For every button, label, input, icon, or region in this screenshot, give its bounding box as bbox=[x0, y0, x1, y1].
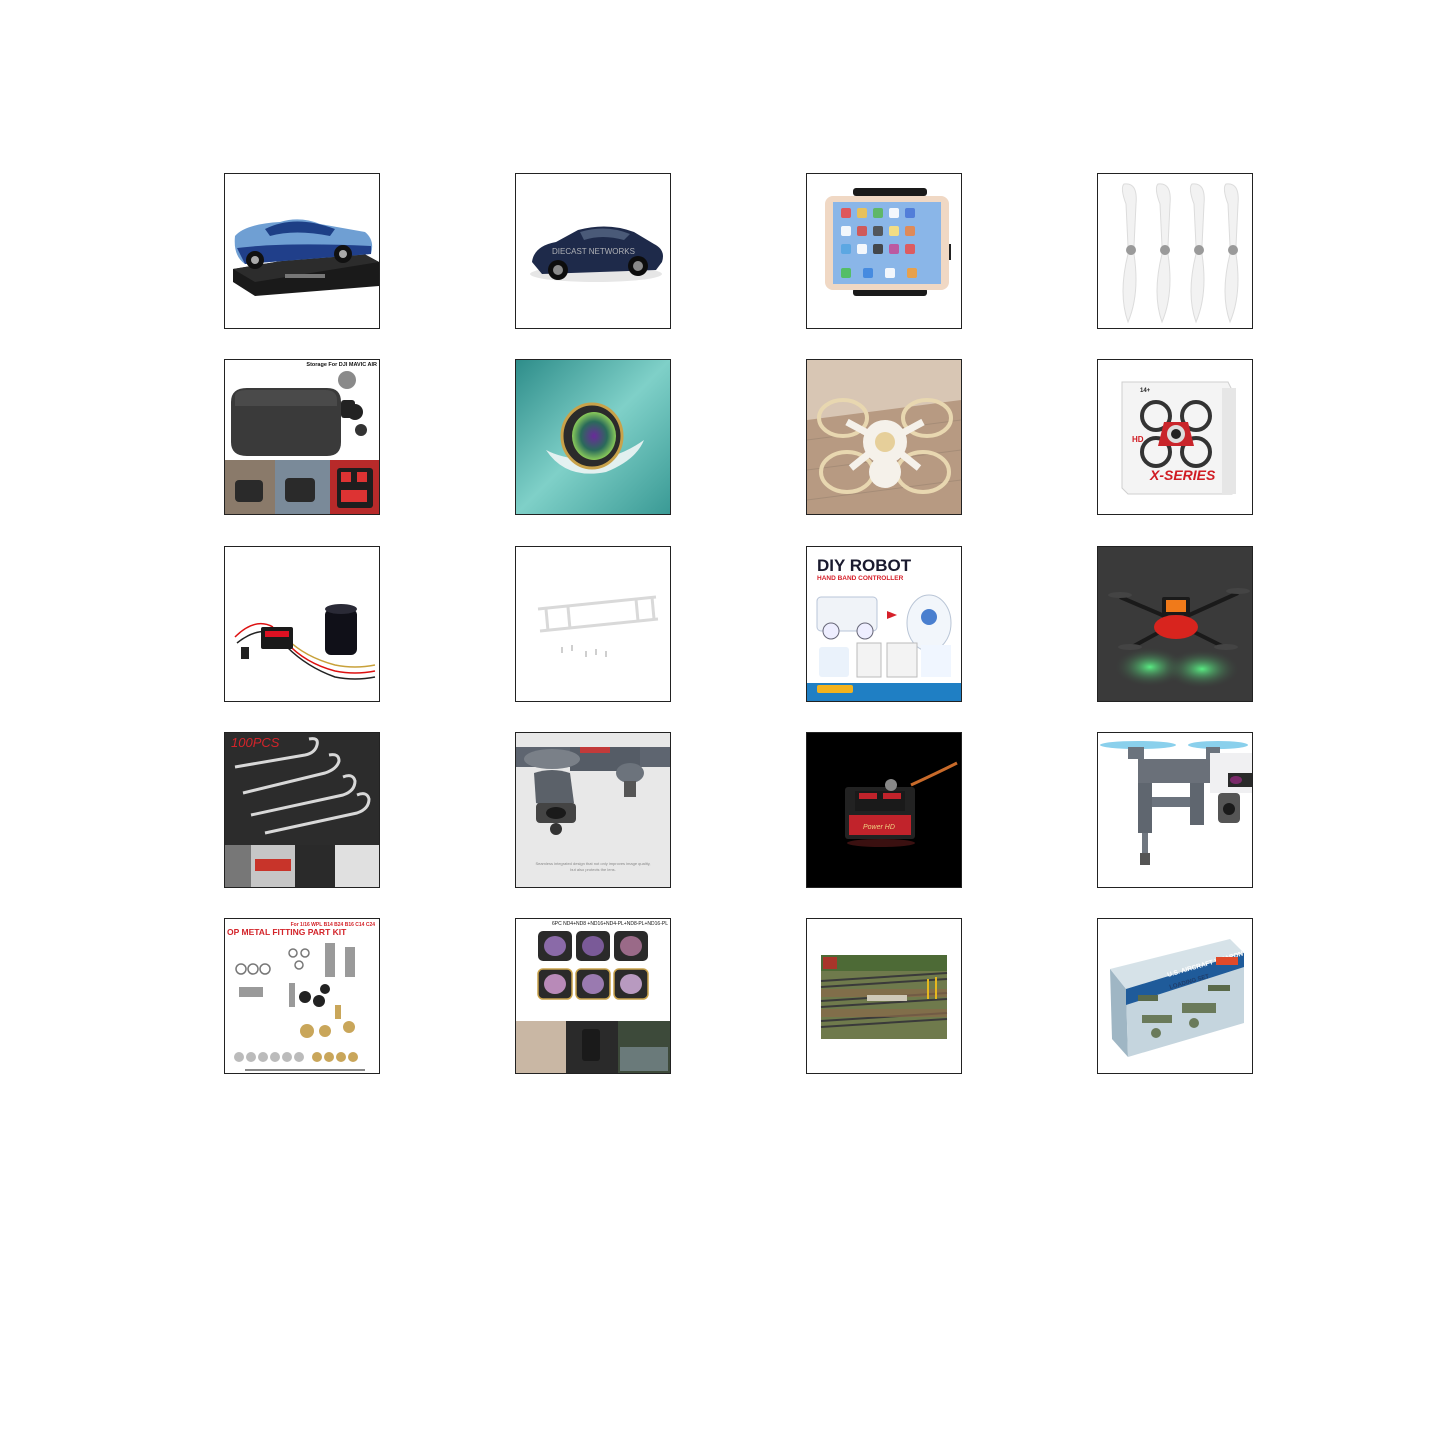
feature-caption-line-1: Seamless integrated design that not only… bbox=[535, 861, 650, 866]
x-series-drone-box-image: 14+ HD X-SERIES bbox=[1098, 360, 1252, 514]
product-tile-1[interactable] bbox=[224, 173, 380, 329]
robot-subtitle-text: HAND BAND CONTROLLER bbox=[817, 575, 904, 582]
product-tile-8[interactable]: 14+ HD X-SERIES bbox=[1097, 359, 1253, 515]
white-mini-quadcopter-image bbox=[807, 360, 961, 514]
drone-storage-case-image: Storage For DJI MAVIC AIR bbox=[225, 360, 379, 514]
body-clips-image: 100PCS bbox=[225, 733, 379, 887]
product-tile-6[interactable] bbox=[515, 359, 671, 515]
product-tile-16[interactable] bbox=[1097, 732, 1253, 888]
nd-filter-set-image: 6PC ND4+ND8 +ND16+ND4-PL+ND8-PL+ND16-PL bbox=[516, 919, 670, 1073]
product-tile-9[interactable] bbox=[224, 546, 380, 702]
product-tile-14[interactable]: Seamless integrated design that not only… bbox=[515, 732, 671, 888]
model-railway-scenery-image bbox=[807, 919, 961, 1073]
white-propellers-image bbox=[1098, 174, 1252, 328]
landing-gear-extension-image bbox=[1098, 733, 1252, 887]
product-tile-4[interactable] bbox=[1097, 173, 1253, 329]
dark-blue-coupe-model-car-image: DIECAST NETWORKS bbox=[516, 174, 670, 328]
product-tile-13[interactable]: 100PCS bbox=[224, 732, 380, 888]
case-title-text: Storage For DJI MAVIC AIR bbox=[306, 362, 377, 368]
servo-brand-mark: Power HD bbox=[863, 824, 895, 831]
product-tile-19[interactable] bbox=[806, 918, 962, 1074]
metal-fitting-part-kit-image: For 1/16 WPL B14 B24 B16 C14 C24 OP META… bbox=[225, 919, 379, 1073]
led-folding-drone-image bbox=[1098, 547, 1252, 701]
watermark-text: DIECAST NETWORKS bbox=[552, 247, 635, 256]
diy-robot-kit-image: DIY ROBOT HAND BAND CONTROLLER bbox=[807, 547, 961, 701]
lens-filter-image bbox=[516, 360, 670, 514]
drone-gimbal-guard-image: Seamless integrated design that not only… bbox=[516, 733, 670, 887]
tablet-holder-mount-image bbox=[807, 174, 961, 328]
product-tile-15[interactable]: Power HD bbox=[806, 732, 962, 888]
robot-title-text: DIY ROBOT bbox=[817, 556, 912, 575]
product-tile-17[interactable]: For 1/16 WPL B14 B24 B16 C14 C24 OP META… bbox=[224, 918, 380, 1074]
digital-servo-image: Power HD bbox=[807, 733, 961, 887]
clips-quantity-label: 100PCS bbox=[231, 735, 280, 750]
filter-set-title: 6PC ND4+ND8 +ND16+ND4-PL+ND8-PL+ND16-PL bbox=[552, 921, 668, 927]
product-tile-7[interactable] bbox=[806, 359, 962, 515]
product-image-grid: DIECAST NETWORKS Storage For DJI MAVIC A… bbox=[224, 173, 1254, 1075]
brushless-motor-esc-image bbox=[225, 547, 379, 701]
feature-caption-line-2: but also protects the lens. bbox=[570, 867, 616, 872]
product-tile-2[interactable]: DIECAST NETWORKS bbox=[515, 173, 671, 329]
blue-convertible-model-car-image bbox=[225, 174, 379, 328]
box-hd-badge: HD bbox=[1132, 435, 1144, 444]
product-tile-5[interactable]: Storage For DJI MAVIC AIR bbox=[224, 359, 380, 515]
product-tile-10[interactable] bbox=[515, 546, 671, 702]
box-age-text: 14+ bbox=[1140, 388, 1151, 394]
aircraft-weapon-loading-set-box-image: U.S. AIRCRAFT WEAPON LOADING SET bbox=[1098, 919, 1252, 1073]
kit-title-text: OP METAL FITTING PART KIT bbox=[227, 927, 347, 937]
product-tile-18[interactable]: 6PC ND4+ND8 +ND16+ND4-PL+ND8-PL+ND16-PL bbox=[515, 918, 671, 1074]
product-tile-3[interactable] bbox=[806, 173, 962, 329]
box-brand-text: X-SERIES bbox=[1149, 467, 1216, 483]
product-tile-20[interactable]: U.S. AIRCRAFT WEAPON LOADING SET bbox=[1097, 918, 1253, 1074]
product-tile-12[interactable] bbox=[1097, 546, 1253, 702]
product-tile-11[interactable]: DIY ROBOT HAND BAND CONTROLLER bbox=[806, 546, 962, 702]
clear-landing-gear-image bbox=[516, 547, 670, 701]
